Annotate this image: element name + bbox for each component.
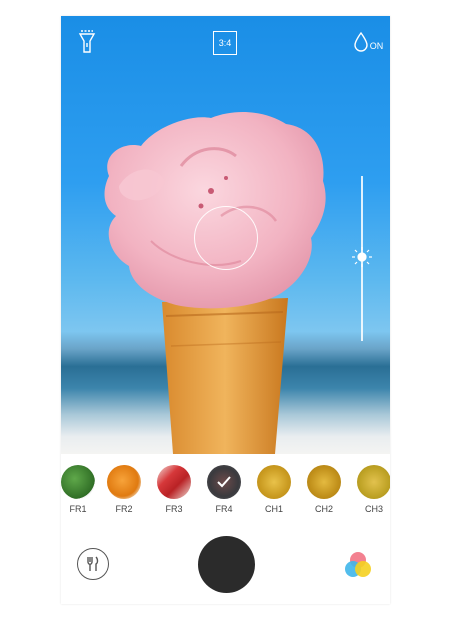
filter-thumb-ch1 bbox=[257, 465, 291, 499]
filter-label: CH2 bbox=[314, 504, 333, 514]
filter-strip: FR1 FR2 FR3 FR4 CH1 CH2 CH3 bbox=[61, 465, 390, 525]
aspect-ratio-button[interactable]: 3:4 bbox=[213, 31, 237, 55]
bottom-controls bbox=[61, 536, 390, 604]
filter-label: CH3 bbox=[364, 504, 383, 514]
filter-thumb-ch3 bbox=[357, 465, 390, 499]
color-circles-icon[interactable] bbox=[343, 550, 373, 580]
filter-fr4[interactable]: FR4 bbox=[206, 465, 242, 514]
fork-knife-icon[interactable] bbox=[77, 548, 109, 580]
filter-thumb-fr1 bbox=[61, 465, 95, 499]
filter-ch3[interactable]: CH3 bbox=[356, 465, 390, 514]
filter-thumb-fr3 bbox=[157, 465, 191, 499]
filter-toggle-label: ON bbox=[369, 41, 384, 51]
sun-icon[interactable] bbox=[351, 246, 373, 268]
filter-label: FR1 bbox=[69, 504, 87, 514]
camera-viewfinder[interactable]: 3:4 ON bbox=[61, 16, 390, 454]
filter-label: FR4 bbox=[215, 504, 233, 514]
water-drop-icon bbox=[354, 31, 368, 52]
camera-screen: 3:4 ON FR1 FR2 FR3 FR4 CH1 CH2 CH3 bbox=[61, 16, 390, 604]
focus-ring bbox=[194, 206, 258, 270]
filter-thumb-ch2 bbox=[307, 465, 341, 499]
shutter-button[interactable] bbox=[198, 536, 255, 593]
filter-ch2[interactable]: CH2 bbox=[306, 465, 342, 514]
exposure-slider[interactable] bbox=[351, 176, 373, 341]
filter-fr3[interactable]: FR3 bbox=[156, 465, 192, 514]
filter-label: CH1 bbox=[264, 504, 283, 514]
filter-fr1[interactable]: FR1 bbox=[61, 465, 96, 514]
aspect-ratio-label: 3:4 bbox=[218, 38, 232, 48]
flashlight-icon[interactable] bbox=[75, 27, 99, 55]
filter-label: FR3 bbox=[165, 504, 183, 514]
filter-label: FR2 bbox=[115, 504, 133, 514]
filter-fr2[interactable]: FR2 bbox=[106, 465, 142, 514]
selected-check-icon bbox=[217, 476, 231, 488]
filter-toggle-button[interactable]: ON bbox=[351, 28, 385, 56]
filter-thumb-fr2 bbox=[107, 465, 141, 499]
filter-ch1[interactable]: CH1 bbox=[256, 465, 292, 514]
filter-thumb-fr4 bbox=[207, 465, 241, 499]
camera-topbar: 3:4 ON bbox=[61, 16, 390, 66]
